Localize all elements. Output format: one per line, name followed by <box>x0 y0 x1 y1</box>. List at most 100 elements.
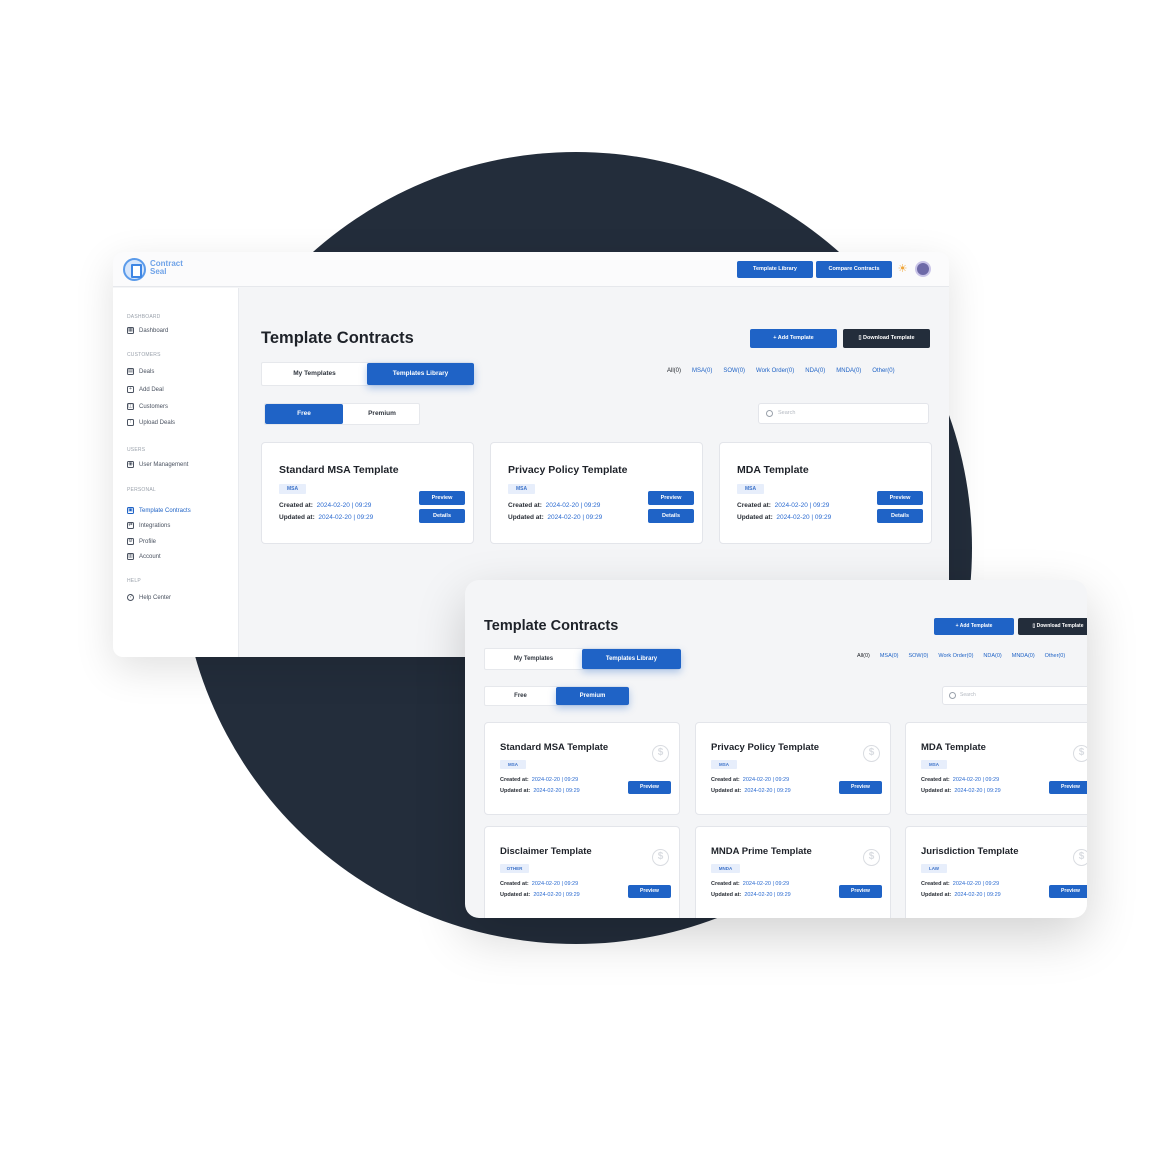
filter-all[interactable]: All(0) <box>857 653 870 659</box>
preview-button[interactable]: Preview <box>648 491 694 505</box>
template-tabs: My Templates Templates Library <box>484 648 681 670</box>
premium-dollar-icon: $ <box>652 745 669 762</box>
filter-work-order[interactable]: Work Order(0) <box>756 368 794 374</box>
download-template-button[interactable]: ▯ Download Template <box>843 329 930 348</box>
search-icon <box>949 692 956 699</box>
pricing-free[interactable]: Free <box>265 404 343 424</box>
category-filters: All(0) MSA(0) SOW(0) Work Order(0) NDA(0… <box>857 653 1065 659</box>
pricing-free[interactable]: Free <box>485 687 556 705</box>
updated-value: 2024-02-20 | 09:29 <box>318 514 374 521</box>
filter-nda[interactable]: NDA(0) <box>805 368 825 374</box>
preview-button[interactable]: Preview <box>877 491 923 505</box>
filter-sow[interactable]: SOW(0) <box>908 653 928 659</box>
card-created: Created at: 2024-02-20 | 09:29 <box>921 881 999 887</box>
sidebar-item-label: Template Contracts <box>139 507 191 514</box>
details-button[interactable]: Details <box>877 509 923 523</box>
updated-label: Updated at: <box>711 892 742 898</box>
card-title: MDA Template <box>737 464 809 476</box>
updated-label: Updated at: <box>508 514 544 521</box>
preview-button[interactable]: Preview <box>628 885 671 898</box>
filter-mnda[interactable]: MNDA(0) <box>1012 653 1035 659</box>
sidebar-item-customers[interactable]: ◫ Customers <box>127 402 168 411</box>
filter-mnda[interactable]: MNDA(0) <box>836 368 861 374</box>
logo-text: Contract Seal <box>150 259 183 276</box>
filter-other[interactable]: Other(0) <box>1045 653 1065 659</box>
filter-nda[interactable]: NDA(0) <box>983 653 1001 659</box>
search-placeholder: Search <box>960 692 976 698</box>
card-title: MDA Template <box>921 742 986 753</box>
card-created: Created at: 2024-02-20 | 09:29 <box>279 502 371 509</box>
created-label: Created at: <box>508 502 542 509</box>
updated-value: 2024-02-20 | 09:29 <box>533 788 580 794</box>
download-template-label: Download Template <box>1036 623 1084 629</box>
card-created: Created at: 2024-02-20 | 09:29 <box>508 502 600 509</box>
sidebar-section-help: HELP <box>127 578 141 584</box>
filter-work-order[interactable]: Work Order(0) <box>938 653 973 659</box>
preview-button[interactable]: Preview <box>839 885 882 898</box>
page-title: Template Contracts <box>261 329 414 347</box>
card-tag: OTHER <box>500 864 529 873</box>
created-value: 2024-02-20 | 09:29 <box>952 777 1000 783</box>
updated-label: Updated at: <box>711 788 742 794</box>
dashboard-icon: ▦ <box>127 327 134 334</box>
filter-all[interactable]: All(0) <box>667 368 681 374</box>
sidebar-item-label: Add Deal <box>139 386 164 393</box>
filter-sow[interactable]: SOW(0) <box>723 368 745 374</box>
sidebar-item-dashboard[interactable]: ▦ Dashboard <box>127 326 168 335</box>
avatar[interactable] <box>915 261 931 277</box>
preview-button[interactable]: Preview <box>1049 885 1087 898</box>
sidebar-item-account[interactable]: ▥ Account <box>127 552 161 561</box>
sidebar-item-profile[interactable]: ⚙ Profile <box>127 537 156 546</box>
search-input[interactable]: Search <box>758 403 929 424</box>
filter-msa[interactable]: MSA(0) <box>880 653 899 659</box>
pricing-premium[interactable]: Premium <box>556 687 629 705</box>
sidebar-item-deals[interactable]: ▤ Deals <box>127 367 154 376</box>
sidebar-section-customers: CUSTOMERS <box>127 352 161 358</box>
sidebar-item-add-deal[interactable]: + Add Deal <box>127 385 164 394</box>
updated-value: 2024-02-20 | 09:29 <box>954 892 1001 898</box>
details-button[interactable]: Details <box>419 509 465 523</box>
add-template-button[interactable]: + Add Template <box>934 618 1014 635</box>
created-value: 2024-02-20 | 09:29 <box>545 502 601 509</box>
card-title: Jurisdiction Template <box>921 846 1019 857</box>
tab-my-templates[interactable]: My Templates <box>262 363 367 385</box>
preview-button[interactable]: Preview <box>839 781 882 794</box>
preview-button[interactable]: Preview <box>628 781 671 794</box>
sidebar: DASHBOARD ▦ Dashboard CUSTOMERS ▤ Deals + A… <box>113 288 239 657</box>
sidebar-item-upload-deals[interactable]: ↑ Upload Deals <box>127 418 175 427</box>
add-template-button[interactable]: + Add Template <box>750 329 837 348</box>
filter-other[interactable]: Other(0) <box>872 368 894 374</box>
users-icon: ◉ <box>127 461 134 468</box>
download-template-button[interactable]: ▯ Download Template <box>1018 618 1087 635</box>
preview-button[interactable]: Preview <box>419 491 465 505</box>
sidebar-section-users: USERS <box>127 447 146 453</box>
sidebar-item-integrations[interactable]: ⇄ Integrations <box>127 521 170 530</box>
template-card: Privacy Policy Template $ MSA Created at… <box>695 722 891 815</box>
sidebar-item-user-management[interactable]: ◉ User Management <box>127 460 188 469</box>
sidebar-item-label: Upload Deals <box>139 419 176 426</box>
search-input[interactable]: Search <box>942 686 1087 705</box>
filter-msa[interactable]: MSA(0) <box>692 368 712 374</box>
premium-dollar-icon: $ <box>652 849 669 866</box>
sidebar-item-help-center[interactable]: ? Help Center <box>127 593 171 602</box>
theme-toggle-icon[interactable]: ☀ <box>897 264 908 275</box>
pricing-premium[interactable]: Premium <box>343 404 421 424</box>
details-button[interactable]: Details <box>648 509 694 523</box>
template-card: MDA Template $ MSA Created at: 2024-02-2… <box>905 722 1087 815</box>
sidebar-item-label: User Management <box>139 461 189 468</box>
preview-button[interactable]: Preview <box>1049 781 1087 794</box>
template-library-button[interactable]: Template Library <box>737 261 813 278</box>
card-tag: MSA <box>921 760 947 769</box>
tab-templates-library[interactable]: Templates Library <box>582 649 681 669</box>
tab-templates-library[interactable]: Templates Library <box>367 363 474 385</box>
card-updated: Updated at: 2024-02-20 | 09:29 <box>921 788 1001 794</box>
card-tag: MSA <box>500 760 526 769</box>
compare-contracts-button[interactable]: Compare Contracts <box>816 261 892 278</box>
category-filters: All(0) MSA(0) SOW(0) Work Order(0) NDA(0… <box>667 368 895 374</box>
template-card: Disclaimer Template $ OTHER Created at: … <box>484 826 680 918</box>
logo-icon <box>123 258 146 281</box>
tab-my-templates[interactable]: My Templates <box>485 649 582 669</box>
card-title: Standard MSA Template <box>279 464 399 476</box>
updated-label: Updated at: <box>921 892 952 898</box>
sidebar-item-template-contracts[interactable]: ▣ Template Contracts <box>127 506 191 515</box>
